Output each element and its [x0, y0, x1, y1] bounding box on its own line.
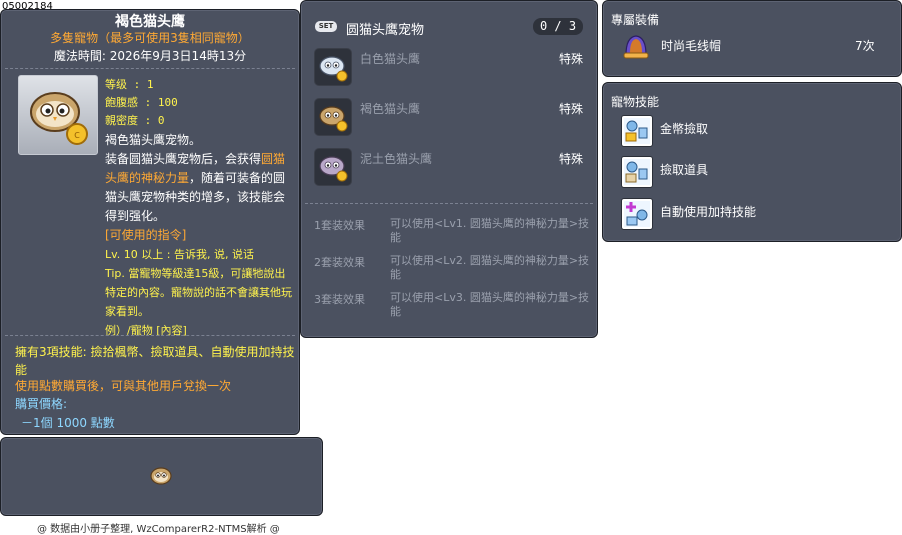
equip-title: 專屬裝備	[611, 13, 660, 27]
skills-note: 擁有3項技能: 撿拾楓幣、撿取道具、自動使用加持技能	[15, 345, 295, 377]
set-effect-text: 可以使用<Lv3. 圆猫头鹰的神秘力量>技能	[390, 291, 590, 318]
mud-owl-icon	[319, 156, 348, 182]
set-item-type: 特殊	[559, 52, 584, 66]
set-effect-label: 3套装效果	[314, 293, 365, 306]
set-item-icon	[314, 48, 352, 86]
exclusive-equip-panel: 專屬裝備 时尚毛线帽 7次	[602, 0, 902, 77]
brown-owl-icon	[319, 106, 348, 132]
magic-time: 魔法時間: 2026年9月3日14時13分	[53, 49, 247, 63]
set-item-type: 特殊	[559, 152, 584, 166]
price-value: －1個 1000 點數	[21, 416, 115, 430]
set-panel: SET 圆猫头鹰宠物 0 / 3 白色猫头鹰 特殊 褐色猫头鹰 特殊 泥土色猫头…	[300, 0, 598, 338]
svg-text:c: c	[74, 128, 80, 141]
set-item-type: 特殊	[559, 102, 584, 116]
brown-owl-sprite-icon	[150, 467, 172, 485]
divider	[305, 203, 593, 204]
divider	[5, 68, 295, 69]
knit-hat-icon	[623, 35, 649, 59]
pet-skills-panel: 寵物技能 金幣撿取 撿取道具 自動使用加持技能	[602, 82, 902, 242]
skill-name: 金幣撿取	[660, 122, 709, 136]
skill-name: 自動使用加持技能	[660, 205, 757, 219]
set-item-name: 白色猫头鹰	[360, 52, 421, 66]
skills-title: 寵物技能	[611, 95, 660, 109]
item-tooltip-panel: 褐色猫头鹰 多隻寵物（最多可使用3隻相同寵物） 魔法時間: 2026年9月3日1…	[0, 9, 300, 435]
command-line-1: Lv. 10 以上 : 告诉我, 说, 说话	[105, 248, 254, 261]
set-effect-label: 1套装效果	[314, 219, 365, 232]
desc-line-1: 褐色猫头鹰宠物。	[105, 133, 202, 147]
set-item-name: 褐色猫头鹰	[360, 102, 421, 116]
set-effect-text: 可以使用<Lv1. 圆猫头鹰的神秘力量>技能	[390, 217, 590, 244]
item-description: 褐色猫头鹰宠物。 装备圆猫头鹰宠物后，会获得圆猫头鹰的神秘力量，随着可装备的圆猫…	[105, 131, 293, 340]
set-count: 0 / 3	[533, 18, 583, 35]
equip-item-name: 时尚毛线帽	[661, 39, 722, 53]
stat-level: 等级 : 1	[105, 78, 154, 91]
command-example: 例）/寵物 [內容]	[105, 324, 187, 337]
set-effect-label: 2套装效果	[314, 256, 365, 269]
skill-name: 撿取道具	[660, 163, 709, 177]
credit-text: @ 数据由小册子整理, WzComparerR2-NTMS解析 @	[37, 524, 280, 535]
coin-pickup-skill-icon	[621, 115, 653, 147]
auto-buff-skill-icon	[621, 198, 653, 230]
item-subtitle: 多隻寵物（最多可使用3隻相同寵物）	[50, 31, 250, 45]
price-label: 購買價格:	[15, 397, 68, 411]
brown-owl-pet-icon: c	[30, 92, 88, 145]
item-pickup-skill-icon	[621, 156, 653, 188]
desc-line-2-pre: 装备圆猫头鹰宠物后，会获得	[105, 152, 262, 166]
exchange-note: 使用點數購買後，可與其他用戶兌換一次	[15, 379, 232, 393]
set-item-icon	[314, 148, 352, 186]
desc-line-2: 装备圆猫头鹰宠物后，会获得圆猫头鹰的神秘力量，随着可装备的圆猫头鹰宠物种类的增多…	[105, 150, 293, 226]
item-name: 褐色猫头鹰	[115, 14, 185, 30]
set-effect-text: 可以使用<Lv2. 圆猫头鹰的神秘力量>技能	[390, 254, 590, 281]
command-tip: Tip. 當寵物等級達15級，可讓牠說出特定的內容。寵物說的話不會讓其他玩家看到…	[105, 267, 292, 318]
item-icon-frame: c	[18, 75, 98, 155]
stat-fullness: 飽腹感 : 100	[105, 96, 178, 109]
set-title: 圆猫头鹰宠物	[346, 23, 425, 38]
divider	[5, 335, 295, 336]
pet-preview-panel	[0, 437, 323, 516]
white-owl-icon	[319, 56, 348, 82]
set-item-icon	[314, 98, 352, 136]
set-item-name: 泥土色猫头鹰	[360, 152, 433, 166]
stat-closeness: 親密度 : 0	[105, 114, 165, 127]
equip-item-count: 7次	[855, 39, 875, 53]
set-badge: SET	[315, 21, 337, 32]
command-header: [可使用的指令]	[105, 228, 187, 242]
